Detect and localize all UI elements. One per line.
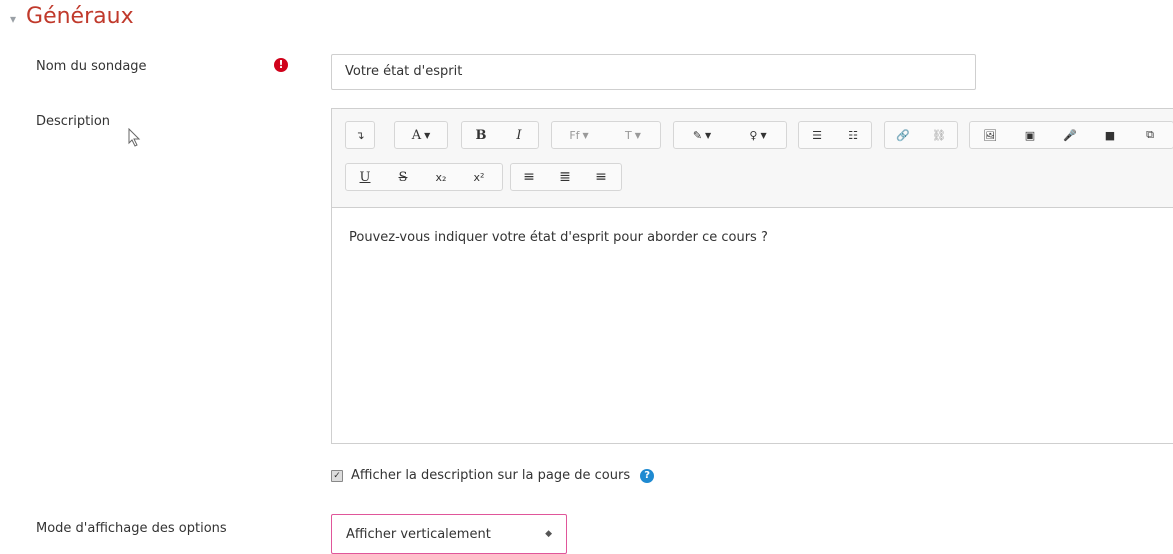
help-icon[interactable]: ? bbox=[640, 468, 655, 483]
toolbar-group-alignment: ≡ ≣ ≡ bbox=[510, 163, 622, 191]
rich-text-editor[interactable]: ↴ A ▼ B I Ff ▼ T ▼ ✎ ▼ ♀ ▼ ☰ ☷ 🔗 ⛓ 🖼 ▣ 🎤 ■ bbox=[331, 108, 1173, 444]
dropdown-caret-icon: ▼ bbox=[582, 130, 589, 140]
underline-button[interactable]: U bbox=[346, 164, 384, 190]
align-center-button[interactable]: ≣ bbox=[547, 164, 583, 190]
lightbulb-icon: ♀ bbox=[749, 128, 758, 142]
font-family-button[interactable]: Ff ▼ bbox=[552, 122, 606, 148]
unlink-button[interactable]: ⛓ bbox=[921, 122, 957, 148]
bullet-list-button[interactable]: ☰ bbox=[799, 122, 835, 148]
mouse-cursor-icon bbox=[128, 128, 141, 147]
font-family-icon: Ff bbox=[569, 128, 580, 142]
link-button[interactable]: 🔗 bbox=[885, 122, 921, 148]
toolbar-group-collapse: ↴ bbox=[345, 121, 375, 149]
toolbar-group-lists: ☰ ☷ bbox=[798, 121, 872, 149]
section-header[interactable]: ▾ Généraux bbox=[10, 4, 134, 29]
dropdown-caret-icon: ▼ bbox=[760, 130, 767, 140]
editor-toolbar: ↴ A ▼ B I Ff ▼ T ▼ ✎ ▼ ♀ ▼ ☰ ☷ 🔗 ⛓ 🖼 ▣ 🎤 ■ bbox=[332, 109, 1173, 208]
italic-button[interactable]: I bbox=[500, 122, 538, 148]
record-audio-button[interactable]: 🎤 bbox=[1050, 122, 1090, 148]
record-video-button[interactable]: ■ bbox=[1090, 122, 1130, 148]
bold-button[interactable]: B bbox=[462, 122, 500, 148]
align-left-button[interactable]: ≡ bbox=[511, 164, 547, 190]
display-mode-label: Mode d'affichage des options bbox=[36, 521, 227, 536]
required-icon: ! bbox=[274, 58, 288, 72]
show-description-checkbox[interactable]: ✓ bbox=[331, 469, 343, 482]
display-mode-select[interactable]: Afficher verticalement ◆ bbox=[331, 514, 567, 554]
image-button[interactable]: 🖼 bbox=[970, 122, 1010, 148]
toolbar-group-colors: ✎ ▼ ♀ ▼ bbox=[673, 121, 787, 149]
name-input[interactable]: Votre état d'esprit bbox=[331, 54, 976, 90]
dropdown-caret-icon: ▼ bbox=[705, 130, 712, 140]
brush-icon: ✎ bbox=[692, 128, 703, 142]
font-size-icon: T bbox=[625, 128, 632, 142]
display-mode-value: Afficher verticalement bbox=[346, 526, 491, 542]
dropdown-caret-icon: ▼ bbox=[634, 130, 641, 140]
toolbar-group-media: 🖼 ▣ 🎤 ■ ⧉ bbox=[969, 121, 1173, 149]
toolbar-group-links: 🔗 ⛓ bbox=[884, 121, 958, 149]
paragraph-style-button[interactable]: A ▼ bbox=[395, 122, 447, 148]
collapse-chevron-icon[interactable]: ▾ bbox=[10, 12, 16, 26]
toolbar-group-text-style: U S x₂ x² bbox=[345, 163, 503, 191]
show-description-row: ✓ Afficher la description sur la page de… bbox=[331, 468, 655, 483]
description-label: Description bbox=[36, 114, 111, 129]
show-description-label: Afficher la description sur la page de c… bbox=[351, 468, 631, 483]
section-title: Généraux bbox=[26, 4, 134, 29]
editor-content[interactable]: Pouvez-vous indiquer votre état d'esprit… bbox=[332, 208, 1173, 443]
select-arrows-icon: ◆ bbox=[545, 529, 552, 539]
collapse-toolbar-button[interactable]: ↴ bbox=[346, 122, 374, 148]
text-color-button[interactable]: ✎ ▼ bbox=[674, 122, 730, 148]
toolbar-group-font: Ff ▼ T ▼ bbox=[551, 121, 661, 149]
superscript-button[interactable]: x² bbox=[460, 164, 498, 190]
highlight-button[interactable]: ♀ ▼ bbox=[730, 122, 786, 148]
font-icon: A bbox=[411, 127, 422, 143]
font-size-button[interactable]: T ▼ bbox=[606, 122, 660, 148]
align-right-button[interactable]: ≡ bbox=[583, 164, 619, 190]
toolbar-group-format: B I bbox=[461, 121, 539, 149]
name-label: Nom du sondage bbox=[36, 59, 147, 74]
media-button[interactable]: ▣ bbox=[1010, 122, 1050, 148]
toolbar-group-style: A ▼ bbox=[394, 121, 448, 149]
subscript-button[interactable]: x₂ bbox=[422, 164, 460, 190]
dropdown-caret-icon: ▼ bbox=[424, 130, 431, 140]
numbered-list-button[interactable]: ☷ bbox=[835, 122, 871, 148]
strikethrough-button[interactable]: S bbox=[384, 164, 422, 190]
copy-button[interactable]: ⧉ bbox=[1130, 122, 1170, 148]
